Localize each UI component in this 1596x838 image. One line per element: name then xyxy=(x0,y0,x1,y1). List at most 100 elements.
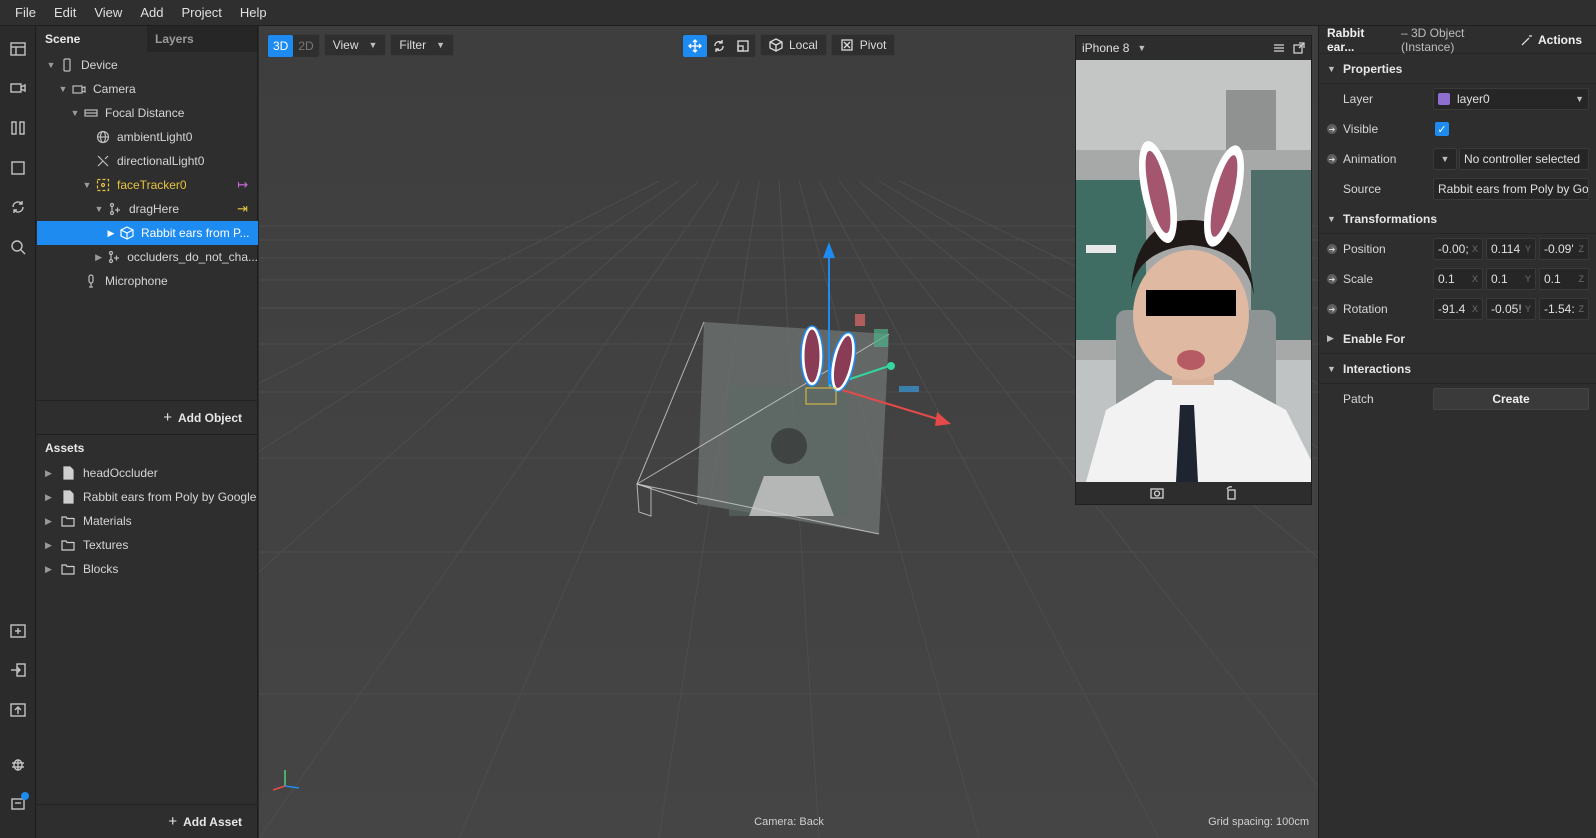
actions-button[interactable]: Actions xyxy=(1521,33,1582,47)
popout-icon[interactable] xyxy=(1293,42,1305,54)
menu-project[interactable]: Project xyxy=(172,5,230,20)
expand-arrow-icon[interactable]: ▶ xyxy=(45,540,57,551)
menu-edit[interactable]: Edit xyxy=(45,5,85,20)
light-icon xyxy=(95,153,111,169)
tab-scene[interactable]: Scene xyxy=(37,26,147,52)
camera-icon xyxy=(71,81,87,97)
expand-arrow-icon[interactable]: ▼ xyxy=(81,180,93,190)
square-icon[interactable] xyxy=(7,157,29,179)
visible-checkbox[interactable]: ✓ xyxy=(1435,122,1449,136)
rotation-y-field[interactable]: -0.05! Y xyxy=(1486,298,1536,320)
tree-item-directional-light[interactable]: directionalLight0 xyxy=(37,149,258,173)
add-object-button[interactable]: + Add Object xyxy=(37,400,258,434)
pivot-button[interactable]: Pivot xyxy=(830,34,896,56)
section-interactions[interactable]: ▼ Interactions xyxy=(1319,354,1596,384)
create-patch-button[interactable]: Create xyxy=(1433,388,1589,410)
connect-patch-icon[interactable]: ➔ xyxy=(1327,124,1337,134)
menu-file[interactable]: File xyxy=(6,5,45,20)
asset-item-blocks[interactable]: ▶ Blocks xyxy=(37,557,257,581)
rotation-x-field[interactable]: -91.4 X xyxy=(1433,298,1483,320)
tab-layers[interactable]: Layers xyxy=(147,26,257,52)
tree-item-drag-here[interactable]: ▼ dragHere ⇥ xyxy=(37,197,258,221)
bug-icon[interactable] xyxy=(7,753,29,775)
animation-dropdown-toggle[interactable]: ▼ xyxy=(1433,148,1457,170)
scale-tool-button[interactable] xyxy=(731,35,755,57)
expand-arrow-icon[interactable]: ▶ xyxy=(45,492,57,503)
expand-arrow-icon[interactable]: ▶ xyxy=(93,252,104,263)
section-enable-for[interactable]: ▶ Enable For xyxy=(1319,324,1596,354)
scale-x-field[interactable]: 0.1 X xyxy=(1433,268,1483,290)
scale-z-value: 0.1 xyxy=(1544,272,1561,286)
move-tool-button[interactable] xyxy=(683,35,707,57)
connect-patch-icon[interactable]: ➔ xyxy=(1327,244,1337,254)
tree-item-occluders[interactable]: ▶ occluders_do_not_cha... xyxy=(37,245,258,269)
menu-view[interactable]: View xyxy=(85,5,131,20)
expand-arrow-icon[interactable]: ▼ xyxy=(93,204,105,214)
layout-icon[interactable] xyxy=(7,38,29,60)
link-marker-icon[interactable]: ⇥ xyxy=(237,201,248,217)
connect-patch-icon[interactable]: ➔ xyxy=(1327,154,1337,164)
tree-item-face-tracker[interactable]: ▼ faceTracker0 ↦ xyxy=(37,173,258,197)
search-icon[interactable] xyxy=(7,236,29,258)
asset-item-head-occluder[interactable]: ▶ headOccluder xyxy=(37,461,257,485)
menu-help[interactable]: Help xyxy=(231,5,276,20)
property-layer: Layer layer0 ▼ xyxy=(1319,84,1596,114)
notification-icon[interactable] xyxy=(7,792,29,814)
expand-arrow-icon[interactable]: ▶ xyxy=(45,516,57,527)
asset-item-rabbit-ears[interactable]: ▶ Rabbit ears from Poly by Google xyxy=(37,485,257,509)
rotate-tool-button[interactable] xyxy=(707,35,731,57)
visible-label: Visible xyxy=(1343,122,1379,136)
position-x-field[interactable]: -0.00; X xyxy=(1433,238,1483,260)
scale-z-field[interactable]: 0.1 Z xyxy=(1539,268,1589,290)
chevron-down-icon[interactable]: ▼ xyxy=(1137,43,1146,53)
expand-arrow-icon[interactable]: ▶ xyxy=(45,564,57,575)
local-space-button[interactable]: Local xyxy=(760,34,827,56)
rotation-z-field[interactable]: -1.54: Z xyxy=(1539,298,1589,320)
tree-item-microphone[interactable]: Microphone xyxy=(37,269,258,293)
tree-item-rabbit-ears[interactable]: ▶ Rabbit ears from P... xyxy=(37,221,258,245)
asset-item-textures[interactable]: ▶ Textures xyxy=(37,533,257,557)
tree-item-camera[interactable]: ▼ Camera xyxy=(37,77,258,101)
section-properties[interactable]: ▼ Properties xyxy=(1319,54,1596,84)
scale-y-field[interactable]: 0.1 Y xyxy=(1486,268,1536,290)
layer-color-swatch xyxy=(1438,93,1450,105)
add-folder-icon[interactable] xyxy=(7,620,29,642)
link-marker-icon[interactable]: ↦ xyxy=(237,177,248,193)
expand-arrow-icon[interactable]: ▼ xyxy=(45,60,57,70)
expand-arrow-icon[interactable]: ▼ xyxy=(57,84,69,94)
menu-icon[interactable] xyxy=(1273,42,1285,54)
device-select[interactable]: iPhone 8 xyxy=(1082,41,1129,55)
expand-arrow-icon[interactable]: ▶ xyxy=(45,468,57,479)
columns-icon[interactable] xyxy=(7,117,29,139)
layer-dropdown[interactable]: layer0 ▼ xyxy=(1433,88,1589,110)
animation-field[interactable]: No controller selected xyxy=(1459,148,1589,170)
section-transformations[interactable]: ▼ Transformations xyxy=(1319,204,1596,234)
rotation-y-value: -0.05! xyxy=(1491,302,1522,316)
tree-item-focal-distance[interactable]: ▼ Focal Distance xyxy=(37,101,258,125)
position-y-field[interactable]: 0.114 Y xyxy=(1486,238,1536,260)
menu-add[interactable]: Add xyxy=(131,5,172,20)
camera-switch-icon[interactable] xyxy=(1149,485,1165,501)
tree-item-ambient-light[interactable]: ambientLight0 xyxy=(37,125,258,149)
sync-icon[interactable] xyxy=(7,196,29,218)
tree-item-device[interactable]: ▼ Device xyxy=(37,53,258,77)
view-dropdown[interactable]: View ▼ xyxy=(323,34,387,56)
connect-patch-icon[interactable]: ➔ xyxy=(1327,274,1337,284)
collapse-arrow-icon: ▼ xyxy=(1327,213,1336,224)
import-icon[interactable] xyxy=(7,659,29,681)
file-icon xyxy=(61,489,77,505)
position-z-field[interactable]: -0.09' Z xyxy=(1539,238,1589,260)
mode-2d-button[interactable]: 2D xyxy=(293,35,319,57)
rotate-device-icon[interactable] xyxy=(1223,485,1239,501)
video-icon[interactable] xyxy=(7,77,29,99)
expand-arrow-icon[interactable]: ▼ xyxy=(69,108,81,118)
mode-3d-button[interactable]: 3D xyxy=(268,35,294,57)
asset-item-materials[interactable]: ▶ Materials xyxy=(37,509,257,533)
add-asset-button[interactable]: + Add Asset xyxy=(37,804,258,838)
connect-patch-icon[interactable]: ➔ xyxy=(1327,304,1337,314)
filter-dropdown[interactable]: Filter ▼ xyxy=(390,34,454,56)
plus-icon: + xyxy=(168,813,178,830)
source-field[interactable]: Rabbit ears from Poly by Go... xyxy=(1433,178,1589,200)
export-icon[interactable] xyxy=(7,699,29,721)
expand-arrow-icon[interactable]: ▶ xyxy=(105,228,117,239)
